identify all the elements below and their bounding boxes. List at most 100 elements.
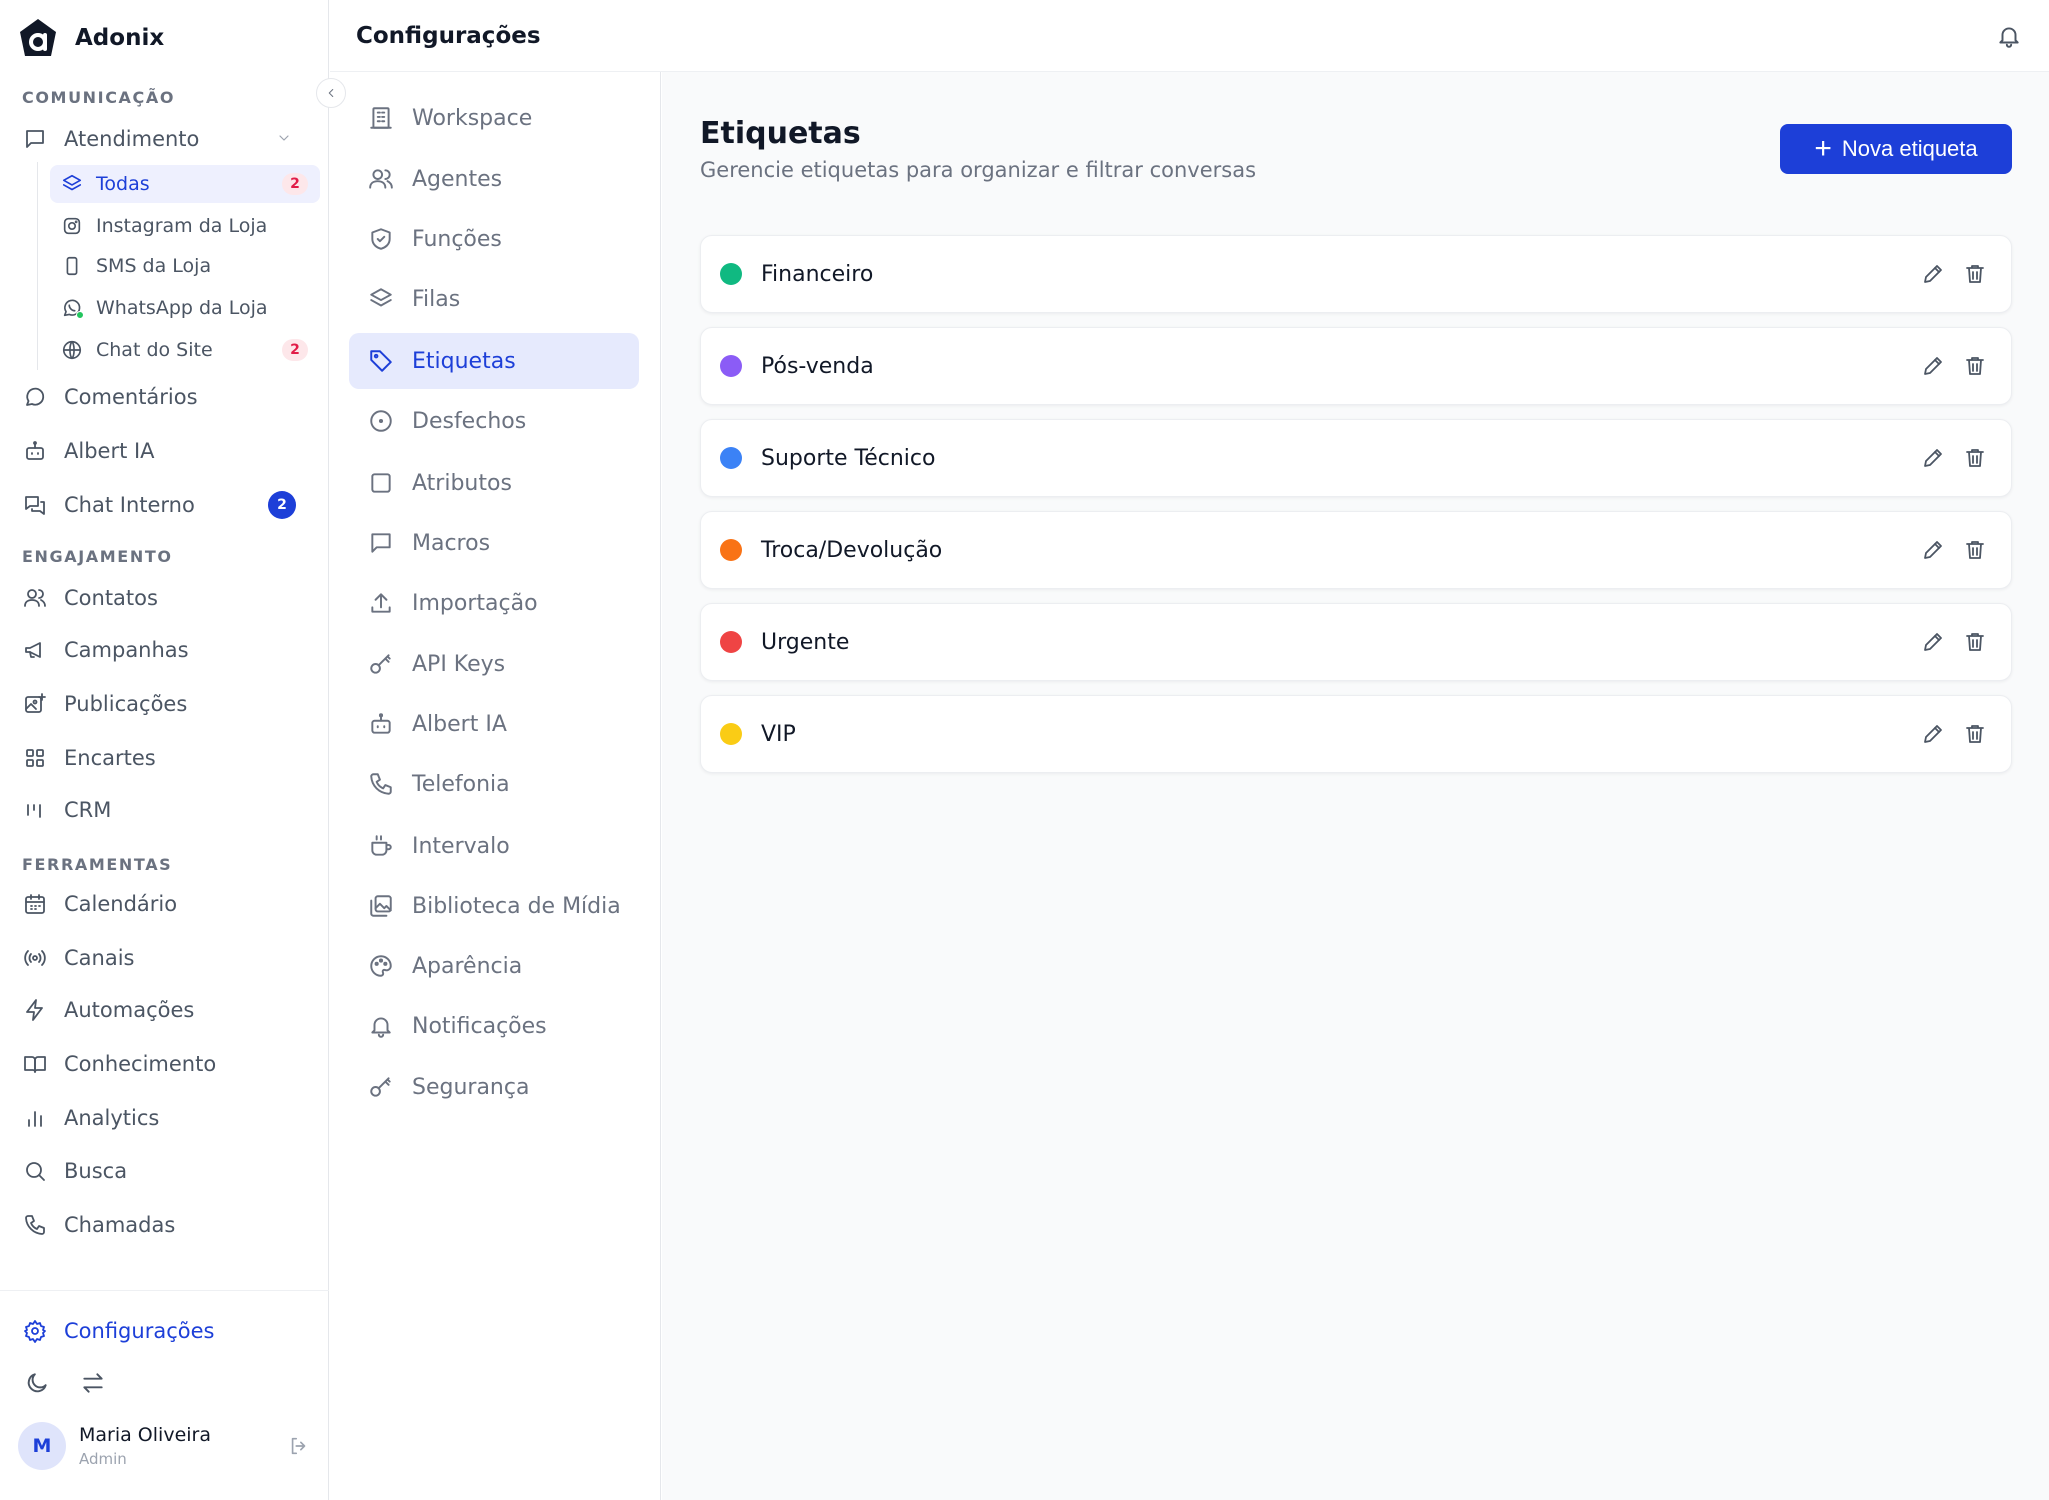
switch-arrows-icon[interactable] [78,1368,108,1398]
settings-nav-albert-ia[interactable]: Albert IA [349,696,639,752]
collapse-sidebar-button[interactable] [316,78,346,108]
settings-nav-label: Agentes [412,166,503,192]
sidebar-item-label: Encartes [64,746,156,770]
trash-icon[interactable] [1959,442,1991,474]
bot-icon [367,710,395,738]
notifications-button[interactable] [1991,18,2027,54]
sidebar-item-conhecimento[interactable]: Conhecimento [22,1045,312,1083]
settings-nav-label: Notificações [412,1013,547,1039]
tag-color-dot [720,539,742,561]
settings-nav-macros[interactable]: Macros [349,515,639,571]
settings-nav-notificacoes[interactable]: Notificações [349,998,639,1054]
settings-nav-biblioteca-midia[interactable]: Biblioteca de Mídia [349,878,639,934]
tag-actions [1917,534,1991,566]
trash-icon[interactable] [1959,626,1991,658]
settings-nav-seguranca[interactable]: Segurança [349,1059,639,1115]
moon-icon[interactable] [22,1368,52,1398]
tag-row-financeiro[interactable]: Financeiro [700,235,2012,313]
top-header: Configurações [330,0,2049,72]
tag-icon [367,347,395,375]
settings-nav-filas[interactable]: Filas [349,271,639,327]
settings-nav-importacao[interactable]: Importação [349,575,639,631]
sidebar-item-campanhas[interactable]: Campanhas [22,631,312,669]
sidebar-subitem-chat-site[interactable]: Chat do Site 2 [50,331,320,369]
sidebar-item-label: CRM [64,798,112,822]
tag-color-dot [720,263,742,285]
tag-row-troca-devolucao[interactable]: Troca/Devolução [700,511,2012,589]
trash-icon[interactable] [1959,350,1991,382]
settings-nav-telefonia[interactable]: Telefonia [349,756,639,812]
sidebar-subitem-todas[interactable]: Todas 2 [50,165,320,203]
sidebar-item-busca[interactable]: Busca [22,1152,312,1190]
pencil-icon[interactable] [1917,718,1949,750]
tag-row-urgente[interactable]: Urgente [700,603,2012,681]
trash-icon[interactable] [1959,718,1991,750]
tag-row-pos-venda[interactable]: Pós-venda [700,327,2012,405]
user-profile[interactable]: M Maria Oliveira Admin [18,1422,314,1470]
avatar: M [18,1422,66,1470]
brand[interactable]: Adonix [18,18,164,58]
section-subtitle: Gerencie etiquetas para organizar e filt… [700,158,1257,182]
sidebar-item-label: Calendário [64,892,178,916]
settings-nav-funcoes[interactable]: Funções [349,211,639,267]
chevron-down-icon[interactable] [276,127,292,151]
pencil-icon[interactable] [1917,350,1949,382]
tag-actions [1917,350,1991,382]
tag-color-dot [720,355,742,377]
settings-nav-workspace[interactable]: Workspace [349,90,639,146]
sidebar-item-calendario[interactable]: Calendário [22,885,312,923]
sidebar-divider [0,1290,329,1291]
settings-nav-desfechos[interactable]: Desfechos [349,393,639,449]
sidebar-item-canais[interactable]: Canais [22,939,312,977]
sidebar-item-encartes[interactable]: Encartes [22,739,312,777]
sidebar-item-contatos[interactable]: Contatos [22,579,312,617]
settings-nav-aparencia[interactable]: Aparência [349,938,639,994]
settings-nav-label: Intervalo [412,833,510,859]
settings-nav-api-keys[interactable]: API Keys [349,636,639,692]
unread-badge: 2 [282,173,308,195]
online-status-dot [76,311,84,319]
coffee-icon [367,832,395,860]
sidebar-item-atendimento[interactable]: Atendimento [22,120,312,158]
key-icon [367,650,395,678]
trash-icon[interactable] [1959,258,1991,290]
kanban-icon [22,797,48,823]
sidebar-item-chat-interno[interactable]: Chat Interno 2 [22,486,312,524]
tag-color-dot [720,631,742,653]
settings-nav-intervalo[interactable]: Intervalo [349,818,639,874]
sidebar-item-automacoes[interactable]: Automações [22,991,312,1029]
tag-row-vip[interactable]: VIP [700,695,2012,773]
sidebar-item-chamadas[interactable]: Chamadas [22,1206,312,1244]
sidebar-subitem-instagram[interactable]: Instagram da Loja [50,207,320,245]
sidebar-item-analytics[interactable]: Analytics [22,1099,312,1137]
sidebar-item-configuracoes[interactable]: Configurações [22,1312,312,1350]
sidebar-subitem-sms[interactable]: SMS da Loja [50,247,320,285]
settings-nav-etiquetas[interactable]: Etiquetas [349,333,639,389]
tag-actions [1917,442,1991,474]
settings-nav-agentes[interactable]: Agentes [349,151,639,207]
pencil-icon[interactable] [1917,442,1949,474]
grid-icon [22,745,48,771]
sidebar-utility-icons [22,1368,108,1398]
phone-device-icon [60,254,84,278]
users-icon [367,165,395,193]
tag-actions [1917,626,1991,658]
radio-icon [22,945,48,971]
gear-icon [22,1318,48,1344]
sidebar-item-publicacoes[interactable]: Publicações [22,685,312,723]
bar-chart-icon [22,1105,48,1131]
tag-row-suporte-tecnico[interactable]: Suporte Técnico [700,419,2012,497]
sidebar-item-albert-ia[interactable]: Albert IA [22,432,312,470]
sidebar-subitem-whatsapp[interactable]: WhatsApp da Loja [50,289,320,327]
pencil-icon[interactable] [1917,534,1949,566]
section-label-ferramentas: FERRAMENTAS [22,855,173,874]
pencil-icon[interactable] [1917,626,1949,658]
settings-nav-atributos[interactable]: Atributos [349,455,639,511]
sidebar-item-crm[interactable]: CRM [22,791,312,829]
sidebar-item-comentarios[interactable]: Comentários [22,378,312,416]
new-tag-button[interactable]: + Nova etiqueta [1780,124,2012,174]
building-icon [367,104,395,132]
trash-icon[interactable] [1959,534,1991,566]
logout-icon[interactable] [284,1431,314,1461]
pencil-icon[interactable] [1917,258,1949,290]
